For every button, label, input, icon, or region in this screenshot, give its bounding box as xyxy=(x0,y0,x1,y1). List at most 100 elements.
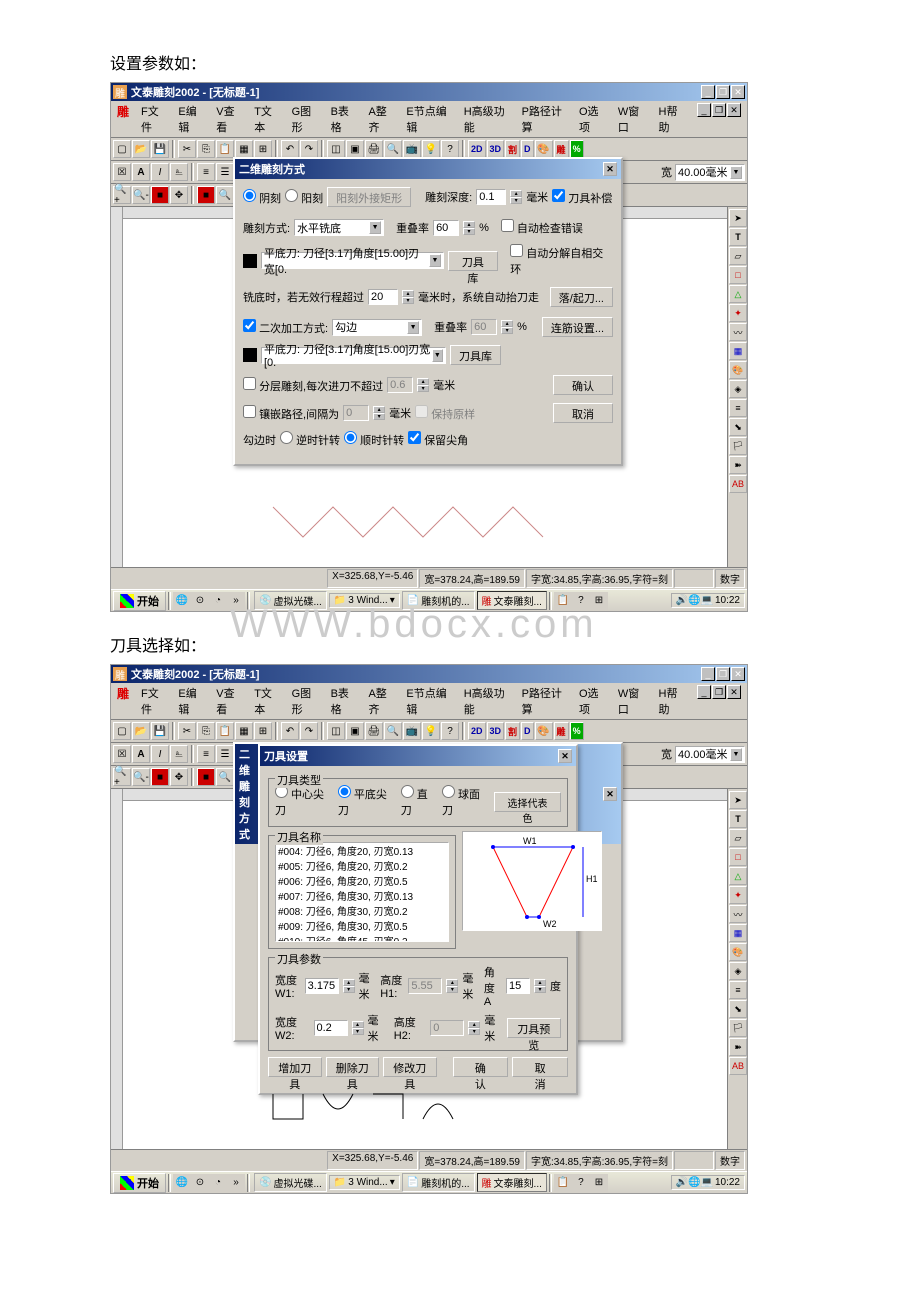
menu-help[interactable]: H帮助 xyxy=(659,103,685,135)
keepcorner-check[interactable]: 保留尖角 xyxy=(408,431,468,448)
cw-radio[interactable]: 顺时针转 xyxy=(344,431,404,448)
preview-button[interactable]: 刀具预览 xyxy=(507,1018,562,1038)
export-icon-2[interactable]: ➽ xyxy=(729,1038,747,1056)
red2-icon-2[interactable]: ■ xyxy=(197,768,215,786)
copy-icon[interactable]: ⎘ xyxy=(197,140,215,158)
tv-icon[interactable]: 📺 xyxy=(403,140,421,158)
paste-icon-2[interactable]: 📋 xyxy=(216,722,234,740)
corner-icon[interactable]: ⬊ xyxy=(729,418,747,436)
secondary-check[interactable]: 二次加工方式: xyxy=(243,319,328,336)
width-dropdown[interactable]: 40.00毫米▼ xyxy=(675,164,745,181)
redo-icon-2[interactable]: ↷ xyxy=(300,722,318,740)
zoom-fit-icon[interactable]: 🔍 xyxy=(216,186,234,204)
type-center-radio[interactable]: 中心尖刀 xyxy=(275,785,334,818)
pan-icon-2[interactable]: ✥ xyxy=(170,768,188,786)
secondary-dropdown[interactable]: 勾边▼ xyxy=(332,319,422,336)
menu-window-2[interactable]: W窗口 xyxy=(618,685,647,717)
tool-dropdown[interactable]: 平底刀: 刀径[3.17]角度[15.00]刃宽[0.▼ xyxy=(261,252,444,269)
bold-icon-2[interactable]: A xyxy=(132,745,150,763)
underline-icon-2[interactable]: ⎁ xyxy=(170,745,188,763)
mill-input[interactable] xyxy=(368,289,398,305)
method-dropdown[interactable]: 水平铣底▼ xyxy=(294,219,384,236)
tri-icon-2[interactable]: △ xyxy=(729,867,747,885)
zoom-fit-icon-2[interactable]: 🔍 xyxy=(216,768,234,786)
bulb-icon-2[interactable]: 💡 xyxy=(422,722,440,740)
angle-input[interactable] xyxy=(506,978,530,994)
palette-icon[interactable]: 🎨 xyxy=(729,361,747,379)
select-color-button[interactable]: 选择代表色 xyxy=(494,792,561,812)
cut-button-2[interactable]: 割 xyxy=(505,722,520,740)
flag-icon[interactable]: 🏳 xyxy=(729,437,747,455)
ok-button[interactable]: 确认 xyxy=(553,375,613,395)
rect-icon-2[interactable]: □ xyxy=(729,848,747,866)
start-button[interactable]: 开始 xyxy=(113,591,166,611)
menu-option-2[interactable]: O选项 xyxy=(579,685,606,717)
mod-tool-button[interactable]: 修改刀具 xyxy=(383,1057,437,1077)
minimize-button[interactable]: _ xyxy=(701,85,715,99)
copy-icon-2[interactable]: ⎘ xyxy=(197,722,215,740)
open-icon-2[interactable]: 📂 xyxy=(132,722,150,740)
add-tool-button[interactable]: 增加刀具 xyxy=(268,1057,322,1077)
star-icon-2[interactable]: ✦ xyxy=(729,886,747,904)
menu-align[interactable]: A整齐 xyxy=(368,103,394,135)
depth-input[interactable] xyxy=(476,189,506,205)
undo-icon-2[interactable]: ↶ xyxy=(281,722,299,740)
menu-help-2[interactable]: H帮助 xyxy=(659,685,685,717)
underline-icon[interactable]: ⎁ xyxy=(170,163,188,181)
table-icon[interactable]: ▦ xyxy=(729,342,747,360)
task-3b[interactable]: 📄雕刻机的... xyxy=(402,1173,475,1192)
menu-advanced-2[interactable]: H高级功能 xyxy=(464,685,510,717)
type-ball-radio[interactable]: 球面刀 xyxy=(442,785,490,818)
mdi-close-2[interactable]: ✕ xyxy=(727,685,741,699)
systray[interactable]: 🔊🌐💻 10:22 xyxy=(671,593,745,608)
curve-icon[interactable]: 〰 xyxy=(729,323,747,341)
w2-input[interactable] xyxy=(314,1020,348,1036)
quick1-icon-2[interactable]: 🌐 xyxy=(173,1174,191,1192)
italic-icon[interactable]: I xyxy=(151,163,169,181)
cut-icon[interactable]: ✂ xyxy=(178,140,196,158)
tool2-dropdown[interactable]: 平底刀: 刀径[3.17]角度[15.00]刃宽[0.▼ xyxy=(261,347,446,364)
layer-check[interactable]: 分层雕刻,每次进刀不超过 xyxy=(243,377,383,394)
w1-input[interactable] xyxy=(305,978,339,994)
tool-b-icon-2[interactable]: ▣ xyxy=(346,722,364,740)
corner-icon-2[interactable]: ⬊ xyxy=(729,1000,747,1018)
carve-button[interactable]: 雕 xyxy=(554,140,569,158)
lines-icon[interactable]: ≡ xyxy=(729,399,747,417)
align-center-icon[interactable]: ☰ xyxy=(216,163,234,181)
redo-icon[interactable]: ↷ xyxy=(300,140,318,158)
grid-icon-2[interactable]: ▦ xyxy=(235,722,253,740)
type-flat-radio[interactable]: 平底尖刀 xyxy=(338,785,397,818)
help-icon[interactable]: ? xyxy=(441,140,459,158)
align-left-icon[interactable]: ≡ xyxy=(197,163,215,181)
mdi-restore[interactable]: ❐ xyxy=(712,103,726,117)
task-2b[interactable]: 📁3 Wind... ▾ xyxy=(329,1175,400,1190)
pan-icon[interactable]: ✥ xyxy=(170,186,188,204)
mdi-minimize-2[interactable]: _ xyxy=(697,685,711,699)
tool-b-icon[interactable]: ▣ xyxy=(346,140,364,158)
del-tool-button[interactable]: 删除刀具 xyxy=(326,1057,380,1077)
canvas-2[interactable]: 二维雕刻方式✕ 刀具设置 ✕ 刀具类型 中心尖刀 平底尖刀 直刀 球面 xyxy=(123,789,727,1149)
curve-icon-2[interactable]: 〰 xyxy=(729,905,747,923)
maximize-button-2[interactable]: ❐ xyxy=(716,667,730,681)
tray1-icon-2[interactable]: 📋 xyxy=(554,1174,572,1192)
quick3-icon[interactable]: ◔ xyxy=(209,592,227,610)
node-icon[interactable]: ◈ xyxy=(729,380,747,398)
menu-view-2[interactable]: V查看 xyxy=(216,685,242,717)
menu-node[interactable]: E节点编辑 xyxy=(406,103,451,135)
yin-radio[interactable]: 阴刻 xyxy=(243,189,281,206)
quick2-icon-2[interactable]: ⊙ xyxy=(191,1174,209,1192)
star-icon[interactable]: ✦ xyxy=(729,304,747,322)
menu-file[interactable]: F文件 xyxy=(141,103,166,135)
task-4b[interactable]: 雕文泰雕刻... xyxy=(477,1173,547,1192)
menu-text[interactable]: T文本 xyxy=(254,103,279,135)
2d-button-2[interactable]: 2D xyxy=(468,722,486,740)
menu-view[interactable]: V查看 xyxy=(216,103,242,135)
3d-button[interactable]: 3D xyxy=(487,140,505,158)
mdi-restore-2[interactable]: ❐ xyxy=(712,685,726,699)
2d-button[interactable]: 2D xyxy=(468,140,486,158)
image-button[interactable]: 🎨 xyxy=(535,140,553,158)
new-icon[interactable]: ▢ xyxy=(113,140,131,158)
d-button[interactable]: D xyxy=(521,140,534,158)
zoom-in-icon-2[interactable]: 🔍+ xyxy=(113,768,131,786)
autosplit-check[interactable]: 自动分解自相交环 xyxy=(510,244,613,277)
